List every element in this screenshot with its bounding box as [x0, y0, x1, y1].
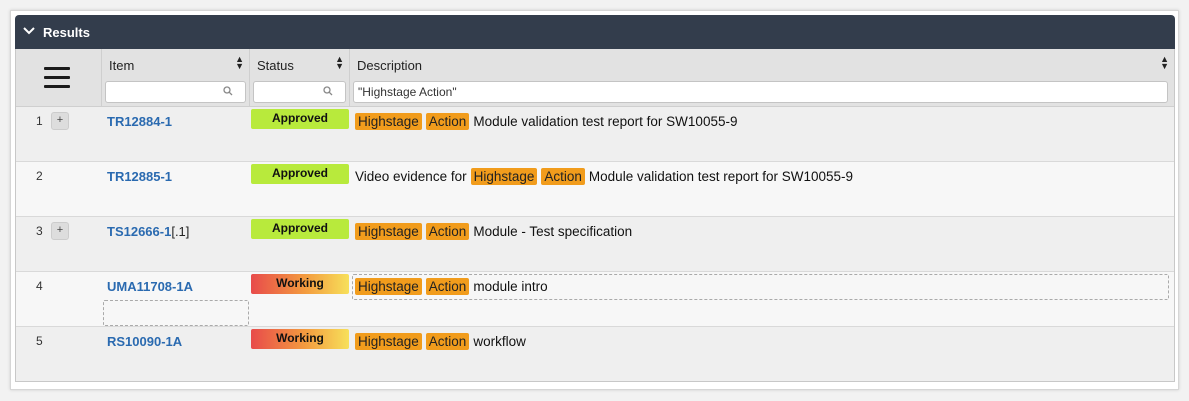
description-suffix: Module - Test specification — [473, 224, 633, 239]
search-highlight: Highstage — [355, 333, 422, 350]
search-highlight: Highstage — [355, 223, 422, 240]
expand-button[interactable]: + — [51, 112, 69, 130]
table-row[interactable]: 4 UMA11708-1A Working Highstage Action module… — [16, 272, 1174, 327]
table-row[interactable]: 1 + TR12884-1 Approved Highstage Action Module… — [16, 107, 1174, 162]
description-text: Highstage Action Module - Test specificati… — [355, 221, 632, 242]
item-version-suffix: [.1] — [171, 224, 190, 239]
row-number: 1 — [36, 114, 43, 128]
description-filter-input[interactable] — [353, 81, 1168, 103]
hamburger-menu-icon[interactable] — [44, 67, 70, 89]
item-id[interactable]: TR12885-1 — [107, 169, 172, 184]
status-badge: Working — [251, 329, 349, 349]
status-badge: Approved — [251, 164, 349, 184]
status-badge: Approved — [251, 109, 349, 129]
item-link[interactable]: RS10090-1A — [107, 334, 182, 349]
search-highlight: Action — [541, 168, 585, 185]
search-icon — [323, 86, 333, 99]
table-row[interactable]: 5 RS10090-1A Working Highstage Action workflo… — [16, 327, 1174, 381]
column-header-item[interactable]: Item ▲ ▼ — [102, 49, 250, 107]
table-row[interactable]: 3 + TS12666-1[.1] Approved Highstage Action Mo… — [16, 217, 1174, 272]
description-prefix: Video evidence for — [355, 169, 467, 184]
search-highlight: Highstage — [355, 113, 422, 130]
description-text: Highstage Action Module validation test re… — [355, 111, 737, 132]
search-highlight: Action — [425, 278, 470, 295]
column-label-item: Item — [109, 58, 135, 73]
row-number: 4 — [36, 279, 43, 293]
item-id[interactable]: UMA11708-1A — [107, 279, 193, 294]
search-highlight: Highstage — [470, 168, 538, 185]
search-highlight: Action — [425, 113, 470, 130]
item-id[interactable]: RS10090-1A — [107, 334, 182, 349]
column-header-status[interactable]: Status ▲ ▼ — [250, 49, 350, 107]
item-id[interactable]: TR12884-1 — [107, 114, 172, 129]
sort-icon[interactable]: ▲ ▼ — [1160, 55, 1169, 71]
item-id[interactable]: TS12666-1 — [107, 224, 171, 239]
status-badge: Approved — [251, 219, 349, 239]
results-panel: Results Item ▲ ▼ Status ▲ ▼ Description … — [10, 10, 1179, 390]
row-number: 3 — [36, 224, 43, 238]
sort-icon[interactable]: ▲ ▼ — [235, 55, 244, 71]
row-number: 2 — [36, 169, 43, 183]
column-menu-cell — [16, 49, 102, 107]
results-panel-header[interactable]: Results — [15, 15, 1175, 49]
search-highlight: Action — [425, 223, 470, 240]
search-highlight: Highstage — [355, 278, 422, 295]
results-grid: Item ▲ ▼ Status ▲ ▼ Description ▲ ▼ "Hig… — [15, 49, 1175, 382]
expand-button[interactable]: + — [51, 222, 69, 240]
description-suffix: Module validation test report for SW1005… — [473, 114, 738, 129]
table-row[interactable]: 2 TR12885-1 Approved Video evidence for High… — [16, 162, 1174, 217]
sort-icon[interactable]: ▲ ▼ — [335, 55, 344, 71]
description-text: Highstage Action module intro — [355, 276, 548, 297]
description-text: Highstage Action workflow — [355, 331, 526, 352]
column-label-description: Description — [357, 58, 423, 73]
description-text: Video evidence for Highstage Action Module … — [355, 166, 853, 187]
description-suffix: workflow — [473, 334, 526, 349]
column-label-status: Status — [257, 58, 294, 73]
description-suffix: module intro — [473, 279, 548, 294]
item-link[interactable]: TS12666-1[.1] — [107, 224, 189, 239]
column-header-description[interactable]: Description ▲ ▼ — [350, 49, 1174, 107]
item-link[interactable]: UMA11708-1A — [107, 279, 193, 294]
item-link[interactable]: TR12885-1 — [107, 169, 172, 184]
panel-title: Results — [43, 24, 90, 40]
search-icon — [223, 86, 233, 99]
row-number: 5 — [36, 334, 43, 348]
search-highlight: Action — [425, 333, 470, 350]
chevron-down-icon[interactable] — [17, 25, 41, 39]
description-suffix: Module validation test report for SW1005… — [588, 169, 854, 184]
item-edit-placeholder[interactable] — [103, 300, 249, 326]
grid-header: Item ▲ ▼ Status ▲ ▼ Description ▲ ▼ — [16, 49, 1174, 107]
status-badge: Working — [251, 274, 349, 294]
item-link[interactable]: TR12884-1 — [107, 114, 172, 129]
